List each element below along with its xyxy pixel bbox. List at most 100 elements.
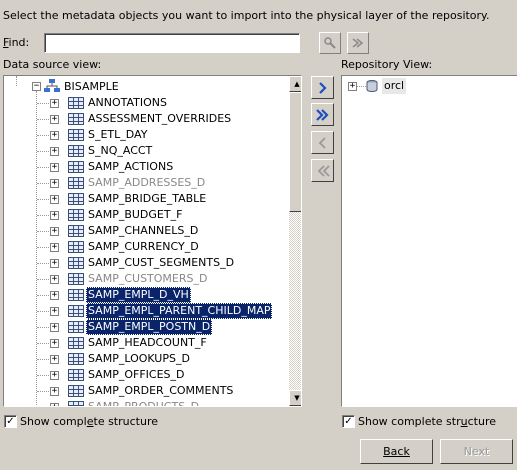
scroll-down-button[interactable]: ▼ (289, 390, 301, 406)
add-button[interactable] (311, 76, 334, 99)
table-icon (68, 177, 84, 189)
tree-item-label: S_NQ_ACCT (88, 144, 153, 157)
table-icon (68, 129, 84, 141)
tree-item-label: SAMP_EMPL_PARENT_CHILD_MAP (86, 303, 273, 319)
find-label: Find: (3, 36, 30, 49)
schema-icon (44, 79, 60, 92)
table-icon (68, 337, 84, 349)
tree-item[interactable]: + SAMP_ORDER_COMMENTS (4, 383, 288, 399)
next-button-label: Next (463, 445, 490, 458)
tree-item[interactable]: + S_NQ_ACCT (4, 143, 288, 159)
data-source-view-label: Data source view: (3, 58, 102, 71)
expand-icon[interactable]: + (50, 403, 59, 406)
expand-icon[interactable]: + (50, 355, 59, 364)
expand-icon[interactable]: + (50, 147, 59, 156)
data-source-tree[interactable]: − BISAMPLE + ANNOTATIONS + ASSESSMENT_OVERRID… (3, 75, 302, 407)
table-icon (68, 161, 84, 173)
tree-item[interactable]: + SAMP_ADDRESSES_D (4, 175, 288, 191)
expand-icon[interactable]: + (50, 131, 59, 140)
tree-item[interactable]: + SAMP_EMPL_PARENT_CHILD_MAP (4, 303, 288, 319)
expand-icon[interactable]: + (50, 115, 59, 124)
expand-icon[interactable]: + (50, 259, 59, 268)
right-show-complete-checkbox[interactable]: ✓ (342, 415, 355, 428)
table-icon (68, 97, 84, 109)
table-icon (68, 353, 84, 365)
expand-icon[interactable]: + (50, 307, 59, 316)
left-show-complete-checkbox[interactable]: ✓ (4, 415, 17, 428)
tree-item[interactable]: + SAMP_PRODUCTS_D (4, 399, 288, 406)
tree-item[interactable]: + SAMP_HEADCOUNT_F (4, 335, 288, 351)
tree-item[interactable]: + SAMP_CURRENCY_D (4, 239, 288, 255)
tree-item[interactable]: + SAMP_BUDGET_F (4, 207, 288, 223)
repository-view-label: Repository View: (341, 58, 433, 71)
tree-item[interactable]: + SAMP_EMPL_D_VH (4, 287, 288, 303)
find-icon (324, 37, 336, 49)
expand-icon[interactable]: + (50, 323, 59, 332)
table-icon (68, 401, 84, 406)
table-icon (68, 113, 84, 125)
find-button[interactable] (319, 32, 341, 54)
table-icon (68, 369, 84, 381)
tree-item-label: SAMP_CURRENCY_D (88, 240, 199, 253)
tree-item[interactable]: + SAMP_EMPL_POSTN_D (4, 319, 288, 335)
tree-item-label: SAMP_EMPL_POSTN_D (86, 319, 213, 335)
double-chevron-right-icon (315, 108, 329, 121)
tree-item-label: SAMP_CUSTOMERS_D (88, 272, 208, 285)
tree-item-label: SAMP_BRIDGE_TABLE (88, 192, 207, 205)
expand-icon[interactable]: + (50, 211, 59, 220)
repository-root-orcl[interactable]: orcl (382, 78, 407, 94)
tree-item[interactable]: + SAMP_ACTIONS (4, 159, 288, 175)
tree-item-label: SAMP_ACTIONS (88, 160, 174, 173)
table-icon (68, 193, 84, 205)
tree-item[interactable]: + SAMP_OFFICES_D (4, 367, 288, 383)
tree-item[interactable]: + SAMP_CUSTOMERS_D (4, 271, 288, 287)
table-icon (68, 225, 84, 237)
expand-icon[interactable]: + (50, 163, 59, 172)
scroll-up-button[interactable]: ▲ (289, 76, 301, 92)
tree-item[interactable]: + SAMP_CUST_SEGMENTS_D (4, 255, 288, 271)
remove-button[interactable] (311, 131, 334, 154)
back-button[interactable]: Back (360, 439, 433, 464)
table-icon (68, 241, 84, 253)
expand-icon[interactable]: + (348, 82, 357, 91)
find-next-button[interactable] (347, 32, 369, 54)
tree-item[interactable]: + ANNOTATIONS (4, 95, 288, 111)
tree-item[interactable]: + ASSESSMENT_OVERRIDES (4, 111, 288, 127)
tree-item[interactable]: + S_ETL_DAY (4, 127, 288, 143)
remove-all-button[interactable] (311, 159, 334, 182)
repository-tree[interactable]: + orcl (341, 75, 517, 407)
expand-icon[interactable]: + (50, 275, 59, 284)
next-button[interactable]: Next (440, 439, 513, 464)
table-icon (68, 321, 84, 333)
tree-item[interactable]: + SAMP_LOOKUPS_D (4, 351, 288, 367)
right-show-complete-label: Show complete structure (358, 415, 496, 428)
expand-icon[interactable]: + (50, 243, 59, 252)
expand-icon[interactable]: + (50, 371, 59, 380)
tree-item[interactable]: + SAMP_CHANNELS_D (4, 223, 288, 239)
collapse-icon[interactable]: − (32, 82, 41, 91)
find-input[interactable] (44, 33, 300, 53)
tree-item[interactable]: + SAMP_BRIDGE_TABLE (4, 191, 288, 207)
back-button-label: Back (383, 445, 410, 458)
expand-icon[interactable]: + (50, 227, 59, 236)
table-icon (68, 289, 84, 301)
expand-icon[interactable]: + (50, 387, 59, 396)
tree-item-label: SAMP_OFFICES_D (88, 368, 185, 381)
tree-item-label: ANNOTATIONS (88, 96, 168, 109)
tree-item-label: SAMP_BUDGET_F (88, 208, 183, 221)
table-icon (68, 273, 84, 285)
tree-root-bisample[interactable]: BISAMPLE (62, 79, 121, 95)
tree-item-label: SAMP_EMPL_D_VH (86, 287, 191, 303)
expand-icon[interactable]: + (50, 291, 59, 300)
expand-icon[interactable]: + (50, 179, 59, 188)
expand-icon[interactable]: + (50, 195, 59, 204)
left-show-complete-label: Show complete structure (20, 415, 158, 428)
tree-item-label: SAMP_ORDER_COMMENTS (88, 384, 234, 397)
scroll-thumb[interactable] (289, 92, 301, 212)
tree-item-label: SAMP_HEADCOUNT_F (88, 336, 207, 349)
data-source-scrollbar[interactable]: ▲ ▼ (289, 76, 301, 406)
double-chevron-left-icon (317, 164, 330, 177)
add-all-button[interactable] (311, 103, 334, 126)
expand-icon[interactable]: + (50, 339, 59, 348)
expand-icon[interactable]: + (50, 99, 59, 108)
